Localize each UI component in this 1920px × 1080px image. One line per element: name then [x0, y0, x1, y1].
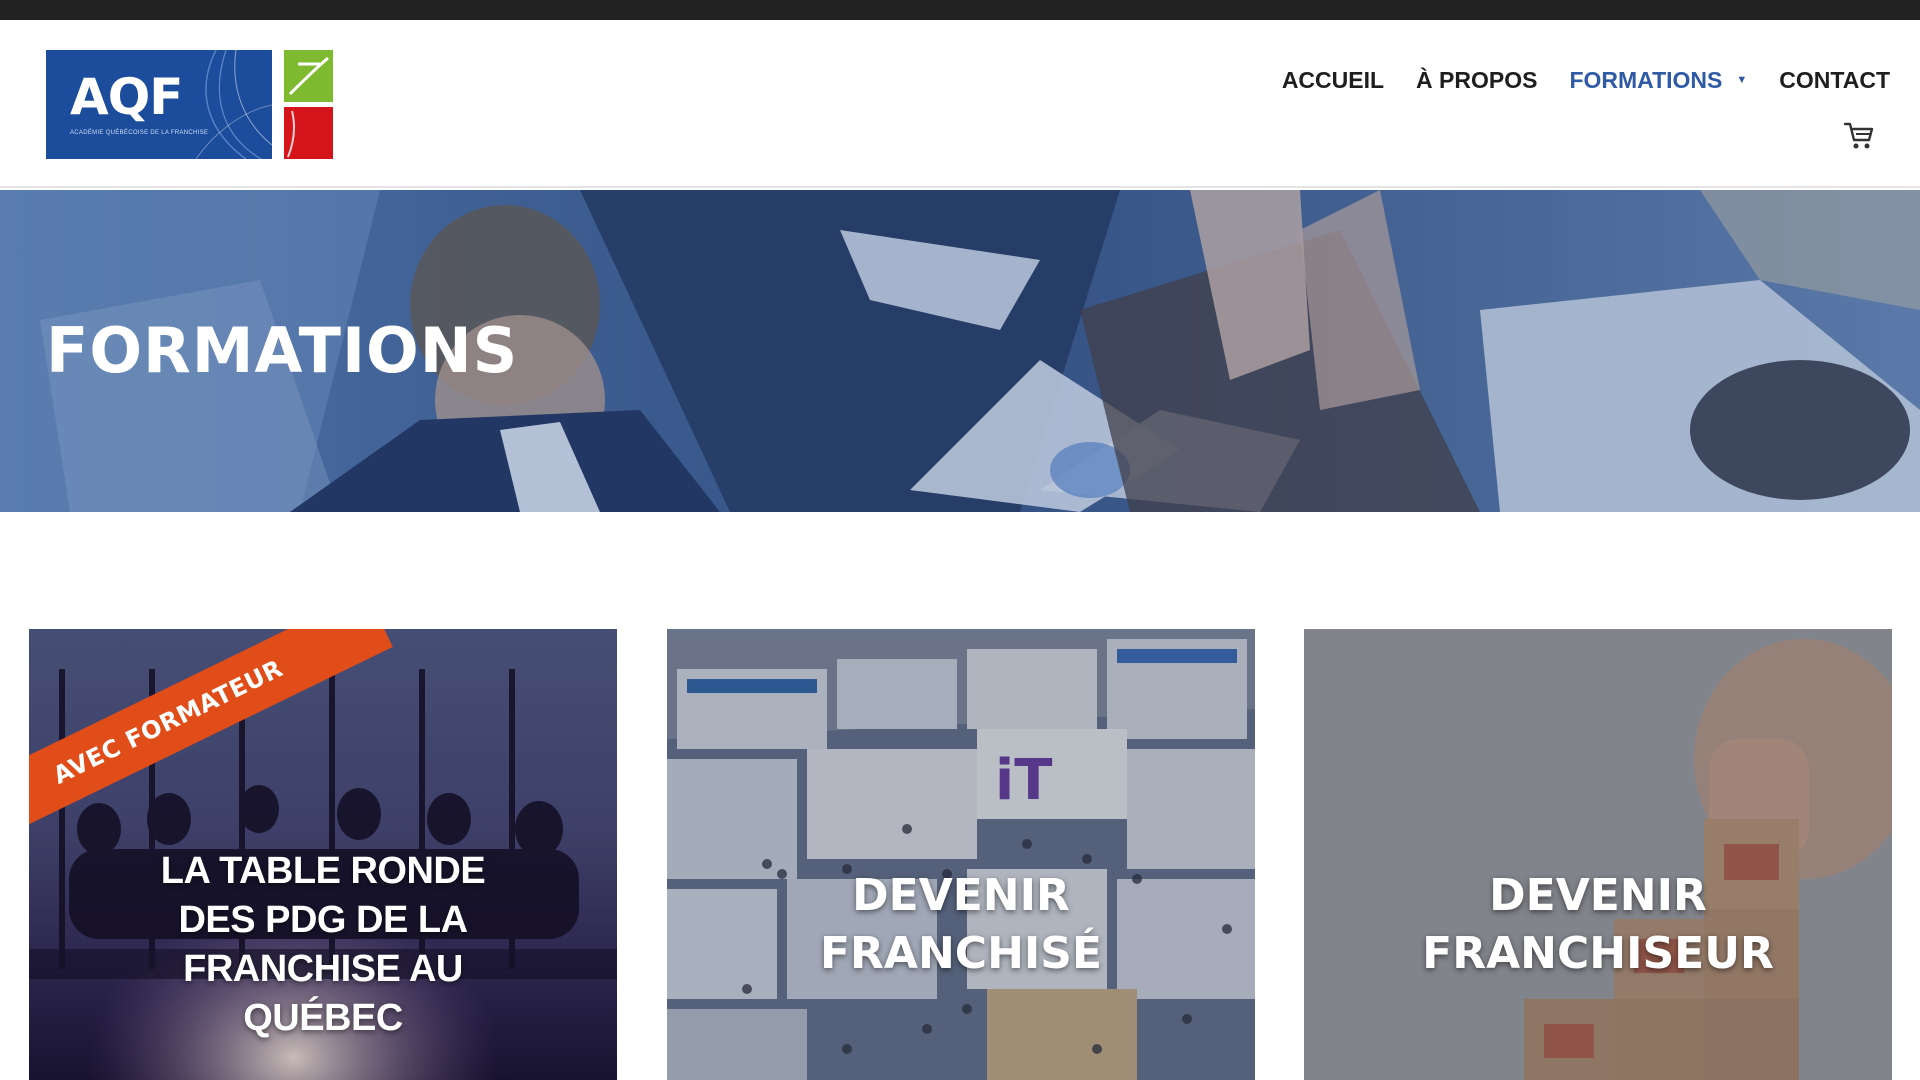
card-image-wooden-blocks — [1304, 629, 1892, 1080]
nav-item-contact[interactable]: CONTACT — [1779, 67, 1890, 94]
formations-grid: AVEC FORMATEUR LA TABLE RONDE DES PDG DE… — [0, 629, 1920, 1080]
card-title: DEVENIR FRANCHISÉ — [819, 870, 1103, 979]
nav-label: ACCUEIL — [1281, 66, 1385, 93]
card-title: LA TABLE RONDE DES PDG DE LA FRANCHISE A… — [160, 850, 486, 1039]
logo-green-square — [284, 50, 333, 102]
nav-item-a-propos[interactable]: À PROPOS — [1416, 67, 1537, 94]
chevron-down-icon: ▼ — [1736, 74, 1748, 86]
logo-text: AQF — [70, 68, 183, 126]
top-bar — [0, 0, 1920, 20]
logo-blue-panel: AQF ACADÉMIE QUÉBÉCOISE DE LA FRANCHISE — [46, 50, 272, 159]
card-image-trade-show: iT — [667, 629, 1255, 1080]
card-devenir-franchise[interactable]: iT DEVENIR FRANCHISÉ — [667, 629, 1255, 1080]
nav-label: FORMATIONS — [1569, 66, 1723, 93]
hero-banner: FORMATIONS — [0, 190, 1920, 512]
nav-item-accueil[interactable]: ACCUEIL — [1282, 67, 1384, 94]
aqf-logo[interactable]: AQF ACADÉMIE QUÉBÉCOISE DE LA FRANCHISE — [46, 50, 333, 159]
main-nav: ACCUEIL À PROPOS FORMATIONS ▼ CONTACT — [1250, 48, 1890, 112]
logo-red-square — [284, 107, 333, 159]
card-table-ronde-pdg[interactable]: AVEC FORMATEUR LA TABLE RONDE DES PDG DE… — [29, 629, 617, 1080]
site-header: AQF ACADÉMIE QUÉBÉCOISE DE LA FRANCHISE … — [0, 20, 1920, 188]
logo-squares — [284, 50, 333, 159]
page-title: FORMATIONS — [46, 314, 519, 387]
nav-item-formations[interactable]: FORMATIONS ▼ — [1569, 67, 1747, 94]
logo-tagline: ACADÉMIE QUÉBÉCOISE DE LA FRANCHISE — [70, 130, 209, 136]
nav-label: À PROPOS — [1416, 66, 1538, 93]
card-devenir-franchiseur[interactable]: DEVENIR FRANCHISEUR — [1304, 629, 1892, 1080]
nav-label: CONTACT — [1779, 66, 1890, 93]
card-title: DEVENIR FRANCHISEUR — [1422, 870, 1774, 979]
cart-icon[interactable] — [1842, 118, 1876, 152]
